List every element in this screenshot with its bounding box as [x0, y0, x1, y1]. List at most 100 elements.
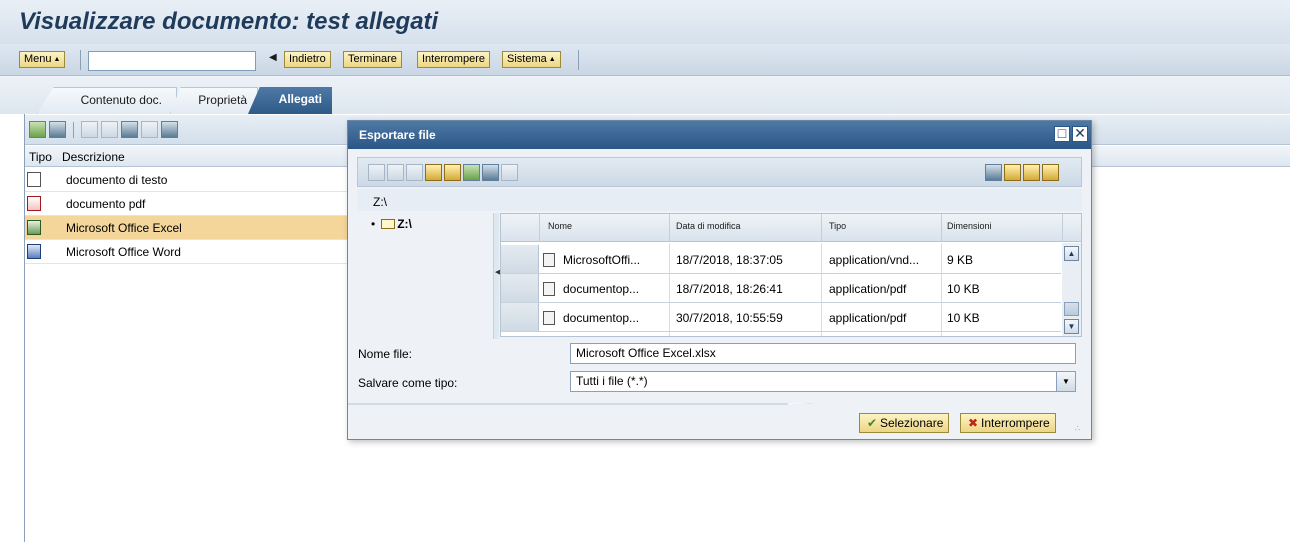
refresh-icon[interactable] [444, 164, 461, 181]
cancel-button-label: Interrompere [422, 53, 485, 65]
list-item[interactable]: documento di testo [25, 168, 347, 192]
tab-label: Contenuto doc. [80, 93, 162, 107]
exit-button[interactable]: Terminare [343, 51, 402, 68]
column-divider [669, 214, 670, 242]
create-attachment-icon[interactable] [29, 121, 46, 138]
folder-icon [381, 219, 396, 229]
column-header-name[interactable]: Nome [548, 221, 572, 231]
dialog-cancel-button[interactable]: ✖ Interrompere [960, 413, 1056, 433]
delete-icon [406, 164, 423, 181]
list-item-label: documento di testo [66, 173, 168, 187]
file-icon [543, 282, 555, 296]
tab-contenuto[interactable]: Contenuto doc. [37, 87, 177, 114]
file-modified: 30/7/2018, 10:55:59 [676, 311, 783, 325]
file-icon [543, 253, 555, 267]
sync-icon[interactable] [463, 164, 480, 181]
menu-button-label: Menu [24, 53, 52, 65]
filename-label: Nome file: [358, 347, 413, 361]
file-size: 10 KB [947, 282, 980, 296]
menu-button[interactable]: Menu [19, 51, 66, 68]
column-header-size[interactable]: Dimensioni [947, 221, 992, 231]
file-modified: 18/7/2018, 18:37:05 [676, 253, 783, 267]
up-arrow-icon[interactable] [482, 164, 499, 181]
new-folder-icon[interactable] [425, 164, 442, 181]
list-item-label: Microsoft Office Word [66, 245, 181, 259]
scroll-down-icon[interactable]: ▼ [1064, 319, 1079, 334]
delete-icon [141, 121, 158, 138]
command-field[interactable] [88, 51, 256, 71]
forward-icon [387, 164, 404, 181]
search-icon[interactable] [985, 164, 1002, 181]
select-button[interactable]: ✔ Selezionare [859, 413, 950, 433]
column-divider [539, 214, 540, 242]
toolbar-separator [73, 122, 74, 138]
import-icon[interactable] [49, 121, 66, 138]
details-icon[interactable] [161, 121, 178, 138]
edit-icon [81, 121, 98, 138]
filename-input[interactable]: Microsoft Office Excel.xlsx [570, 343, 1076, 364]
column-header-type[interactable]: Tipo [829, 221, 846, 231]
dialog-toolbar [357, 157, 1082, 187]
list-item-label: Microsoft Office Excel [66, 221, 182, 235]
text-document-icon [27, 172, 41, 187]
toolbar-separator [578, 50, 579, 70]
column-divider [821, 214, 822, 242]
resize-grip-icon[interactable]: ∴ [1075, 424, 1080, 433]
tab-proprieta[interactable]: Proprietà [170, 87, 258, 114]
expand-icon [501, 164, 518, 181]
dialog-title-bar[interactable]: Esportare file □ ✕ [348, 121, 1091, 149]
scroll-thumb[interactable] [1064, 302, 1079, 316]
file-type: application/pdf [829, 282, 907, 296]
tab-label: Allegati [278, 92, 322, 106]
scroll-up-icon[interactable]: ▲ [1064, 246, 1079, 261]
system-button[interactable]: Sistema [502, 51, 561, 68]
file-row[interactable]: documentop... 30/7/2018, 10:55:59 applic… [501, 303, 1061, 332]
settings-icon[interactable] [1004, 164, 1021, 181]
file-name: documentop... [563, 282, 640, 296]
file-name: documentop... [563, 311, 640, 325]
list-item[interactable]: Microsoft Office Word [25, 240, 347, 264]
list-item-selected[interactable]: Microsoft Office Excel [25, 216, 347, 240]
row-selector[interactable] [501, 245, 539, 273]
file-row[interactable]: documentop... 18/7/2018, 18:26:41 applic… [501, 274, 1061, 303]
maximize-icon[interactable]: □ [1054, 126, 1070, 142]
back-icon [368, 164, 385, 181]
folder-tree: • Z:\ [357, 213, 492, 339]
edit-icon[interactable] [1023, 164, 1040, 181]
system-button-label: Sistema [507, 53, 547, 65]
row-selector[interactable] [501, 274, 539, 302]
export-icon[interactable] [121, 121, 138, 138]
help-icon[interactable] [1042, 164, 1059, 181]
filetype-select[interactable]: Tutti i file (*.*) ▼ [570, 371, 1076, 392]
vertical-scrollbar[interactable]: ▲ ▼ [1062, 243, 1081, 336]
list-item-label: documento pdf [66, 197, 146, 211]
column-divider [1062, 214, 1063, 242]
dialog-cancel-button-label: Interrompere [981, 416, 1050, 430]
chevron-down-icon[interactable]: ▼ [1056, 372, 1075, 391]
excel-icon [27, 220, 41, 235]
close-icon[interactable]: ✕ [1072, 126, 1088, 142]
file-size: 9 KB [947, 253, 974, 267]
bullet-icon: • [371, 217, 376, 231]
cancel-button[interactable]: Interrompere [417, 51, 490, 68]
back-arrow-icon[interactable]: ◀ [269, 52, 277, 63]
pdf-icon [27, 196, 41, 211]
path-bar [357, 189, 1082, 211]
file-icon [543, 311, 555, 325]
tab-label: Proprietà [198, 93, 247, 107]
file-row[interactable]: MicrosoftOffi... 18/7/2018, 18:37:05 app… [501, 245, 1061, 274]
pane-splitter[interactable]: ◀ [493, 213, 500, 339]
cancel-x-icon: ✖ [967, 416, 979, 430]
dialog-title: Esportare file [359, 128, 436, 142]
column-divider [941, 214, 942, 242]
file-modified: 18/7/2018, 18:26:41 [676, 282, 783, 296]
row-selector[interactable] [501, 303, 539, 331]
word-icon [27, 244, 41, 259]
exit-button-label: Terminare [348, 53, 397, 65]
tree-item-root[interactable]: • Z:\ [371, 217, 412, 231]
tab-allegati[interactable]: Allegati [248, 87, 332, 114]
column-header-modified[interactable]: Data di modifica [676, 221, 741, 231]
list-item[interactable]: documento pdf [25, 192, 347, 216]
back-button[interactable]: Indietro [284, 51, 331, 68]
title-bar: Visualizzare documento: test allegati [0, 0, 1290, 44]
